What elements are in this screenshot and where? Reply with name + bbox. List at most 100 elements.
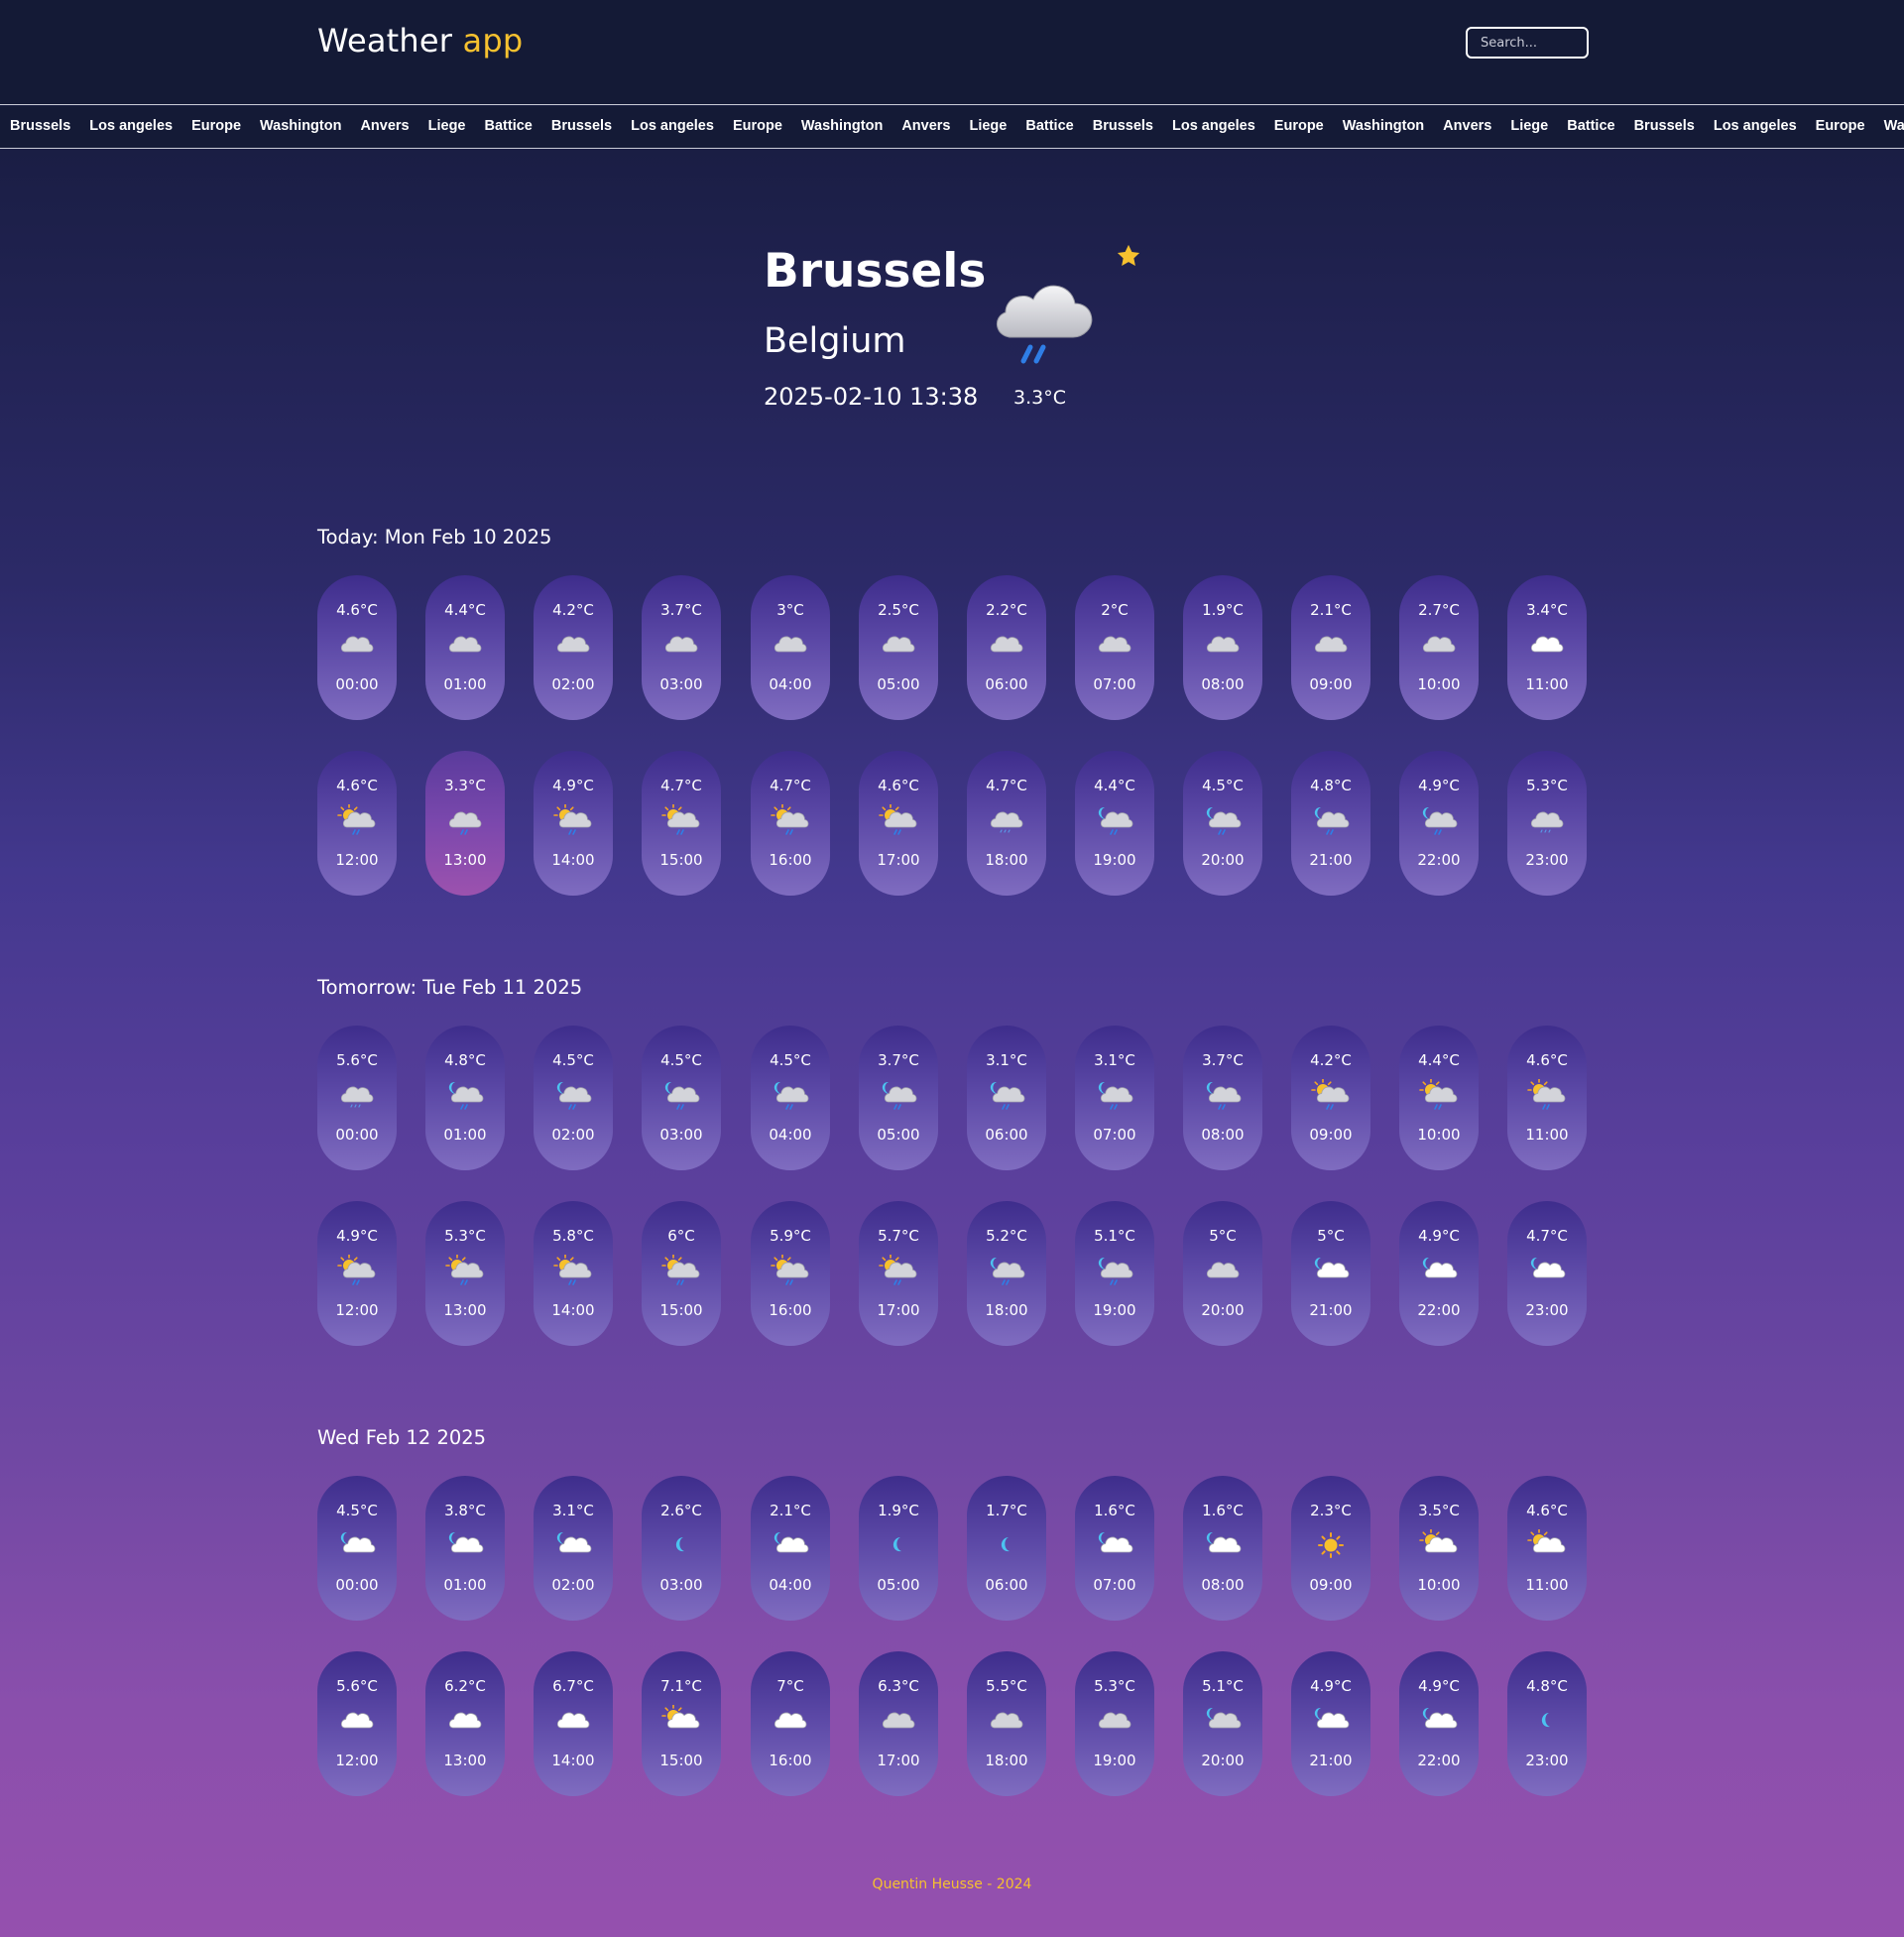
hour-card[interactable]: 4.6°C 17:00 (859, 751, 938, 896)
hour-card[interactable]: 4.4°C 10:00 (1399, 1026, 1479, 1170)
ticker-city-link[interactable]: Europe (1274, 106, 1324, 134)
hour-card[interactable]: 2.7°C 10:00 (1399, 575, 1479, 720)
hour-card[interactable]: 4.5°C 03:00 (642, 1026, 721, 1170)
hour-card[interactable]: 2.1°C 04:00 (751, 1476, 830, 1621)
ticker-city-link[interactable]: Washington (801, 106, 883, 134)
brand-logo[interactable]: Weather app (317, 22, 523, 60)
hour-card[interactable]: 2.1°C 09:00 (1291, 575, 1370, 720)
hour-card[interactable]: 4.8°C 21:00 (1291, 751, 1370, 896)
ticker-city-link[interactable]: Los angeles (89, 106, 173, 134)
ticker-city-link[interactable]: Liege (1510, 106, 1548, 134)
ticker-city-link[interactable]: Brussels (1093, 106, 1153, 134)
hour-card[interactable]: 3.4°C 11:00 (1507, 575, 1587, 720)
hour-card[interactable]: 4.8°C 01:00 (425, 1026, 505, 1170)
ticker-city-link[interactable]: Washington (1343, 106, 1424, 134)
hour-card[interactable]: 1.9°C 08:00 (1183, 575, 1262, 720)
hour-card[interactable]: 2.2°C 06:00 (967, 575, 1046, 720)
hour-card[interactable]: 5.6°C 00:00 (317, 1026, 397, 1170)
hour-card[interactable]: 5°C 21:00 (1291, 1201, 1370, 1346)
hour-card[interactable]: 5.6°C 12:00 (317, 1651, 397, 1796)
hour-card[interactable]: 5.1°C 19:00 (1075, 1201, 1154, 1346)
hour-card[interactable]: 2.5°C 05:00 (859, 575, 938, 720)
hour-card[interactable]: 4.2°C 09:00 (1291, 1026, 1370, 1170)
hour-card[interactable]: 7°C 16:00 (751, 1651, 830, 1796)
hour-card[interactable]: 4.4°C 19:00 (1075, 751, 1154, 896)
ticker-city-link[interactable]: Battice (1567, 106, 1614, 134)
hour-card[interactable]: 3.5°C 10:00 (1399, 1476, 1479, 1621)
search-input[interactable] (1466, 27, 1589, 59)
hour-card[interactable]: 4.2°C 02:00 (534, 575, 613, 720)
hour-card[interactable]: 4.6°C 12:00 (317, 751, 397, 896)
hour-card[interactable]: 4.9°C 21:00 (1291, 1651, 1370, 1796)
hour-card[interactable]: 3.3°C 13:00 (425, 751, 505, 896)
ticker-city-link[interactable]: Washington (1884, 106, 1904, 134)
ticker-city-link[interactable]: Liege (428, 106, 466, 134)
hour-card[interactable]: 4.9°C 22:00 (1399, 1651, 1479, 1796)
hour-card[interactable]: 3°C 04:00 (751, 575, 830, 720)
hour-card[interactable]: 4.5°C 02:00 (534, 1026, 613, 1170)
hour-card[interactable]: 3.8°C 01:00 (425, 1476, 505, 1621)
hour-card[interactable]: 4.7°C 15:00 (642, 751, 721, 896)
hour-card[interactable]: 4.7°C 16:00 (751, 751, 830, 896)
ticker-city-link[interactable]: Anvers (901, 106, 950, 134)
hour-card[interactable]: 5.9°C 16:00 (751, 1201, 830, 1346)
hour-card[interactable]: 5.7°C 17:00 (859, 1201, 938, 1346)
hour-card[interactable]: 4.4°C 01:00 (425, 575, 505, 720)
hour-card[interactable]: 6.7°C 14:00 (534, 1651, 613, 1796)
hour-card[interactable]: 5.3°C 23:00 (1507, 751, 1587, 896)
hour-card[interactable]: 3.7°C 03:00 (642, 575, 721, 720)
hour-card[interactable]: 6.2°C 13:00 (425, 1651, 505, 1796)
hour-card[interactable]: 3.1°C 07:00 (1075, 1026, 1154, 1170)
hour-card[interactable]: 3.1°C 02:00 (534, 1476, 613, 1621)
hour-card[interactable]: 4.5°C 00:00 (317, 1476, 397, 1621)
hour-card[interactable]: 4.9°C 22:00 (1399, 751, 1479, 896)
ticker-city-link[interactable]: Battice (485, 106, 533, 134)
ticker-city-link[interactable]: Europe (191, 106, 241, 134)
hour-card[interactable]: 2°C 07:00 (1075, 575, 1154, 720)
ticker-city-link[interactable]: Brussels (1634, 106, 1695, 134)
hour-card[interactable]: 1.9°C 05:00 (859, 1476, 938, 1621)
hour-card[interactable]: 2.6°C 03:00 (642, 1476, 721, 1621)
favorite-star-icon[interactable] (1115, 242, 1142, 270)
hour-card[interactable]: 5.2°C 18:00 (967, 1201, 1046, 1346)
ticker-city-link[interactable]: Los angeles (631, 106, 714, 134)
hour-card[interactable]: 5.5°C 18:00 (967, 1651, 1046, 1796)
hour-card[interactable]: 2.3°C 09:00 (1291, 1476, 1370, 1621)
hour-card[interactable]: 4.6°C 11:00 (1507, 1476, 1587, 1621)
hour-card[interactable]: 4.6°C 11:00 (1507, 1026, 1587, 1170)
hour-card[interactable]: 7.1°C 15:00 (642, 1651, 721, 1796)
hour-card[interactable]: 4.5°C 20:00 (1183, 751, 1262, 896)
hour-card[interactable]: 3.1°C 06:00 (967, 1026, 1046, 1170)
hour-card[interactable]: 4.9°C 12:00 (317, 1201, 397, 1346)
ticker-city-link[interactable]: Los angeles (1714, 106, 1797, 134)
ticker-city-link[interactable]: Europe (1816, 106, 1865, 134)
ticker-city-link[interactable]: Los angeles (1172, 106, 1255, 134)
hour-card[interactable]: 5.8°C 14:00 (534, 1201, 613, 1346)
hour-card[interactable]: 3.7°C 05:00 (859, 1026, 938, 1170)
hour-card[interactable]: 5.1°C 20:00 (1183, 1651, 1262, 1796)
ticker-city-link[interactable]: Europe (733, 106, 782, 134)
ticker-city-link[interactable]: Brussels (551, 106, 612, 134)
hour-card[interactable]: 4.7°C 18:00 (967, 751, 1046, 896)
hour-card[interactable]: 5°C 20:00 (1183, 1201, 1262, 1346)
hour-card[interactable]: 6.3°C 17:00 (859, 1651, 938, 1796)
ticker-city-link[interactable]: Liege (969, 106, 1007, 134)
hour-card[interactable]: 4.5°C 04:00 (751, 1026, 830, 1170)
hour-card[interactable]: 1.6°C 08:00 (1183, 1476, 1262, 1621)
hour-card[interactable]: 4.6°C 00:00 (317, 575, 397, 720)
hour-card[interactable]: 6°C 15:00 (642, 1201, 721, 1346)
hour-card[interactable]: 3.7°C 08:00 (1183, 1026, 1262, 1170)
ticker-city-link[interactable]: Battice (1025, 106, 1073, 134)
ticker-city-link[interactable]: Washington (260, 106, 341, 134)
hour-card[interactable]: 1.6°C 07:00 (1075, 1476, 1154, 1621)
hour-card[interactable]: 5.3°C 13:00 (425, 1201, 505, 1346)
hour-card[interactable]: 4.7°C 23:00 (1507, 1201, 1587, 1346)
ticker-city-link[interactable]: Anvers (360, 106, 409, 134)
hour-card[interactable]: 4.9°C 22:00 (1399, 1201, 1479, 1346)
hour-card[interactable]: 4.9°C 14:00 (534, 751, 613, 896)
ticker-city-link[interactable]: Brussels (10, 106, 70, 134)
hour-card[interactable]: 4.8°C 23:00 (1507, 1651, 1587, 1796)
hour-card[interactable]: 5.3°C 19:00 (1075, 1651, 1154, 1796)
ticker-city-link[interactable]: Anvers (1443, 106, 1491, 134)
hour-card[interactable]: 1.7°C 06:00 (967, 1476, 1046, 1621)
